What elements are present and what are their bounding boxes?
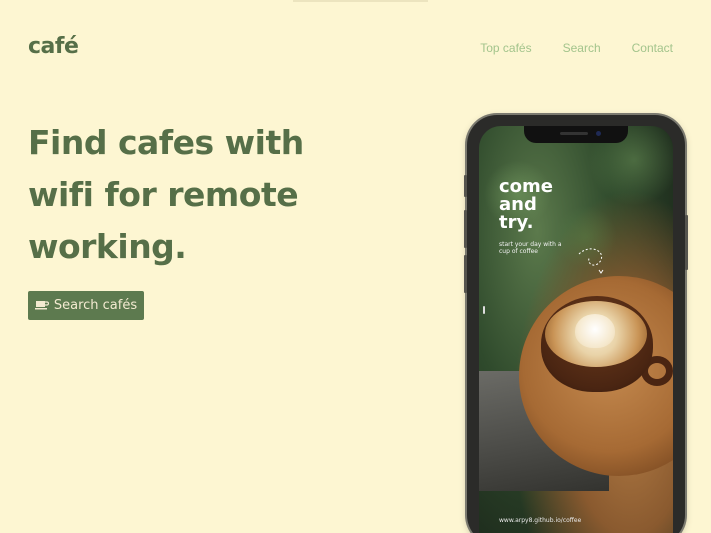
phone-mockup: come and try. start your day with a cup … (464, 115, 688, 533)
search-cafes-button[interactable]: Search cafés (28, 291, 144, 320)
main-nav: Top cafés Search Contact (480, 41, 673, 55)
phone-power-button (685, 215, 688, 270)
hero-headline-line-1: Find cafes with (28, 123, 304, 162)
screen-subtitle-line-2: cup of coffee (499, 248, 538, 255)
screen-scroll-indicator (483, 306, 485, 314)
nav-link-search[interactable]: Search (563, 41, 601, 55)
site-logo[interactable]: café (28, 34, 79, 59)
phone-speaker (560, 132, 588, 135)
phone-volume-down (464, 255, 467, 293)
phone-camera (596, 131, 601, 136)
latte-art-image (575, 314, 615, 348)
screen-subtitle: start your day with a cup of coffee (499, 241, 579, 255)
screen-url: www.arpy8.github.io/coffee (499, 517, 582, 524)
curved-arrow-icon (578, 248, 604, 274)
phone-screen: come and try. start your day with a cup … (479, 126, 673, 533)
hero-headline: Find cafes with wifi for remote working. (28, 117, 358, 273)
phone-mute-switch (464, 175, 467, 197)
coffee-cup-icon (34, 300, 49, 311)
phone-volume-up (464, 210, 467, 248)
screen-title-line-3: try. (499, 212, 534, 233)
nav-link-top-cafes[interactable]: Top cafés (480, 41, 531, 55)
screen-subtitle-line-1: start your day with a (499, 241, 562, 248)
screen-title: come and try. (499, 178, 599, 232)
phone-notch (524, 126, 628, 143)
hero-headline-line-3: working. (28, 227, 187, 266)
top-divider (293, 0, 428, 2)
hero-headline-line-2: wifi for remote (28, 175, 299, 214)
nav-link-contact[interactable]: Contact (632, 41, 673, 55)
search-cafes-label: Search cafés (53, 298, 138, 313)
